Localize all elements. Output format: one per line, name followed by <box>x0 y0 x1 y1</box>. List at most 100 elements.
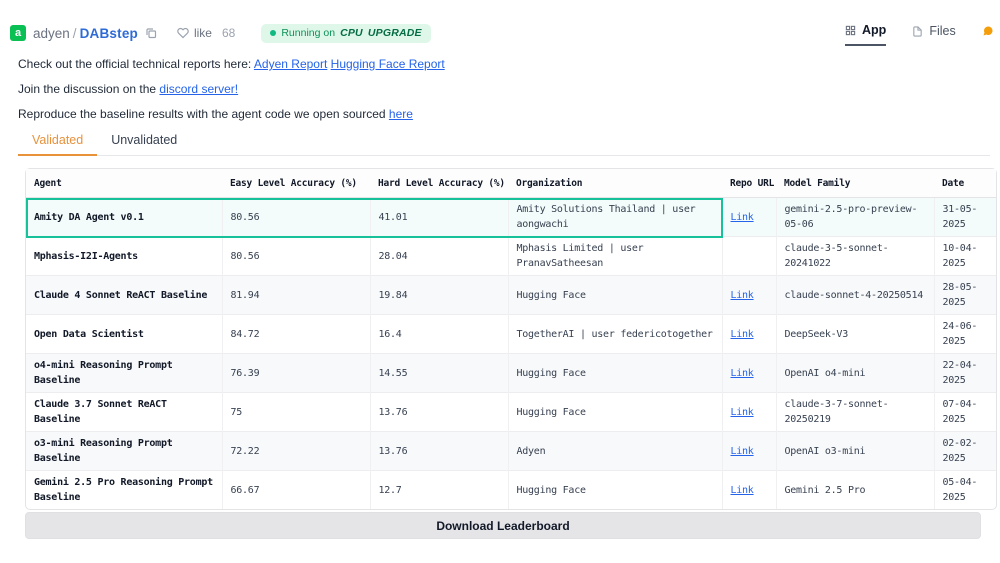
cell-hard: 14.55 <box>370 353 509 393</box>
cell-org: Hugging Face <box>508 470 723 509</box>
hugging-face-report-link[interactable]: Hugging Face Report <box>331 57 445 71</box>
table-row[interactable]: Gemini 2.5 Pro Reasoning Prompt Baseline… <box>26 470 996 509</box>
cell-date: 10-04-2025 <box>934 236 996 276</box>
cell-repo: Link <box>722 314 777 354</box>
repo-link[interactable]: Link <box>731 212 754 223</box>
cell-easy: 76.39 <box>222 353 371 393</box>
status-badge[interactable]: Running on CPU UPGRADE <box>261 23 431 43</box>
download-leaderboard-button[interactable]: Download Leaderboard <box>25 512 981 539</box>
like-label: like <box>193 26 212 40</box>
column-header-hard-level-accuracy: Hard Level Accuracy (%) <box>370 169 508 198</box>
cell-easy: 80.56 <box>222 236 371 276</box>
cell-repo: Link <box>722 392 777 432</box>
tab-community[interactable]: Community <box>982 23 1000 46</box>
heart-icon <box>177 27 189 39</box>
reproduce-here-link[interactable]: here <box>389 107 413 121</box>
column-header-easy-level-accuracy: Easy Level Accuracy (%) <box>222 169 370 198</box>
table-header-row: Agent Easy Level Accuracy (%) Hard Level A… <box>26 169 996 198</box>
tab-unvalidated[interactable]: Unvalidated <box>97 130 191 155</box>
like-button[interactable]: like 68 <box>177 26 235 40</box>
cell-easy: 84.72 <box>222 314 371 354</box>
leaderboard-tabs: Validated Unvalidated <box>18 130 990 156</box>
discord-line: Join the discussion on the discord serve… <box>18 82 238 96</box>
cell-date: 02-02-2025 <box>934 431 996 471</box>
cell-org: Amity Solutions Thailand | user aongwach… <box>508 197 723 237</box>
space-nav-tabs: App Files Community <box>845 23 1000 46</box>
cell-agent: o3-mini Reasoning Prompt Baseline <box>26 431 223 471</box>
cell-repo: Link <box>722 470 777 509</box>
space-title[interactable]: DABstep <box>80 26 138 41</box>
repo-link[interactable]: Link <box>731 368 754 379</box>
cell-agent: Claude 4 Sonnet ReACT Baseline <box>26 275 223 315</box>
cell-hard: 12.7 <box>370 470 509 509</box>
status-text: Running on <box>281 26 336 39</box>
repo-link[interactable]: Link <box>731 290 754 301</box>
reproduce-line: Reproduce the baseline results with the … <box>18 107 413 121</box>
cell-agent: Open Data Scientist <box>26 314 223 354</box>
cell-date: 22-04-2025 <box>934 353 996 393</box>
table-row[interactable]: o3-mini Reasoning Prompt Baseline 72.22 13… <box>26 431 996 471</box>
adyen-report-link[interactable]: Adyen Report <box>254 57 327 71</box>
cell-hard: 41.01 <box>370 197 509 237</box>
cell-model: Gemini 2.5 Pro <box>776 470 935 509</box>
table-row[interactable]: Amity DA Agent v0.1 80.56 41.01 Amity Solut… <box>26 197 996 237</box>
cell-model: DeepSeek-V3 <box>776 314 935 354</box>
cell-easy: 72.22 <box>222 431 371 471</box>
discord-server-link[interactable]: discord server! <box>159 82 238 96</box>
table-row[interactable]: Claude 4 Sonnet ReACT Baseline 81.94 19.84… <box>26 275 996 315</box>
cell-model: OpenAI o3-mini <box>776 431 935 471</box>
org-name[interactable]: adyen <box>33 26 70 41</box>
cell-repo: Link <box>722 431 777 471</box>
tab-files-label: Files <box>929 24 956 38</box>
community-icon <box>983 26 993 36</box>
space-header: a adyen / DABstep like 68 Running on CPU… <box>10 20 431 46</box>
status-upgrade: UPGRADE <box>367 26 422 39</box>
cell-org: Mphasis Limited | user PranavSatheesan <box>508 236 723 276</box>
table-row[interactable]: Open Data Scientist 84.72 16.4 TogetherAI |… <box>26 314 996 354</box>
tab-files[interactable]: Files <box>912 23 956 46</box>
duplicate-icon[interactable] <box>145 27 157 39</box>
cell-model: gemini-2.5-pro-preview-05-06 <box>776 197 935 237</box>
adyen-org-avatar[interactable]: a <box>10 25 26 41</box>
column-header-repo-url: Repo URL <box>722 169 776 198</box>
tab-app-label: App <box>862 23 887 37</box>
table-row[interactable]: o4-mini Reasoning Prompt Baseline 76.39 14… <box>26 353 996 393</box>
cell-org: Hugging Face <box>508 392 723 432</box>
app-icon <box>845 25 856 35</box>
cell-hard: 28.04 <box>370 236 509 276</box>
leaderboard-table: Agent Easy Level Accuracy (%) Hard Level A… <box>25 168 997 510</box>
cell-agent: o4-mini Reasoning Prompt Baseline <box>26 353 223 393</box>
cell-agent: Gemini 2.5 Pro Reasoning Prompt Baseline <box>26 470 223 509</box>
cell-repo <box>722 236 777 276</box>
like-count: 68 <box>221 26 236 40</box>
reports-line: Check out the official technical reports… <box>18 57 445 71</box>
table-row[interactable]: Claude 3.7 Sonnet ReACT Baseline 75 13.76 H… <box>26 392 996 432</box>
cell-date: 31-05-2025 <box>934 197 996 237</box>
cell-hard: 13.76 <box>370 431 509 471</box>
table-row[interactable]: Mphasis-I2I-Agents 80.56 28.04 Mphasis Limi… <box>26 236 996 276</box>
org-space-separator: / <box>72 25 77 41</box>
discord-text: Join the discussion on the <box>18 82 160 96</box>
cell-repo: Link <box>722 197 777 237</box>
repo-link[interactable]: Link <box>731 407 754 418</box>
cell-org: Adyen <box>508 431 723 471</box>
cell-easy: 81.94 <box>222 275 371 315</box>
repo-link[interactable]: Link <box>731 329 754 340</box>
cell-easy: 80.56 <box>222 197 371 237</box>
cell-agent: Mphasis-I2I-Agents <box>26 236 223 276</box>
files-icon <box>913 25 923 37</box>
reports-text: Check out the official technical reports… <box>18 57 254 71</box>
cell-repo: Link <box>722 353 777 393</box>
column-header-organization: Organization <box>508 169 722 198</box>
cell-date: 05-04-2025 <box>934 470 996 509</box>
cell-model: OpenAI o4-mini <box>776 353 935 393</box>
repo-link[interactable]: Link <box>731 485 754 496</box>
cell-date: 07-04-2025 <box>934 392 996 432</box>
cell-date: 24-06-2025 <box>934 314 996 354</box>
repo-link[interactable]: Link <box>731 446 754 457</box>
cell-model: claude-3-7-sonnet-20250219 <box>776 392 935 432</box>
status-dot-icon <box>270 29 277 36</box>
tab-app[interactable]: App <box>845 23 887 46</box>
tab-validated[interactable]: Validated <box>18 130 98 156</box>
column-header-date: Date <box>934 169 996 198</box>
